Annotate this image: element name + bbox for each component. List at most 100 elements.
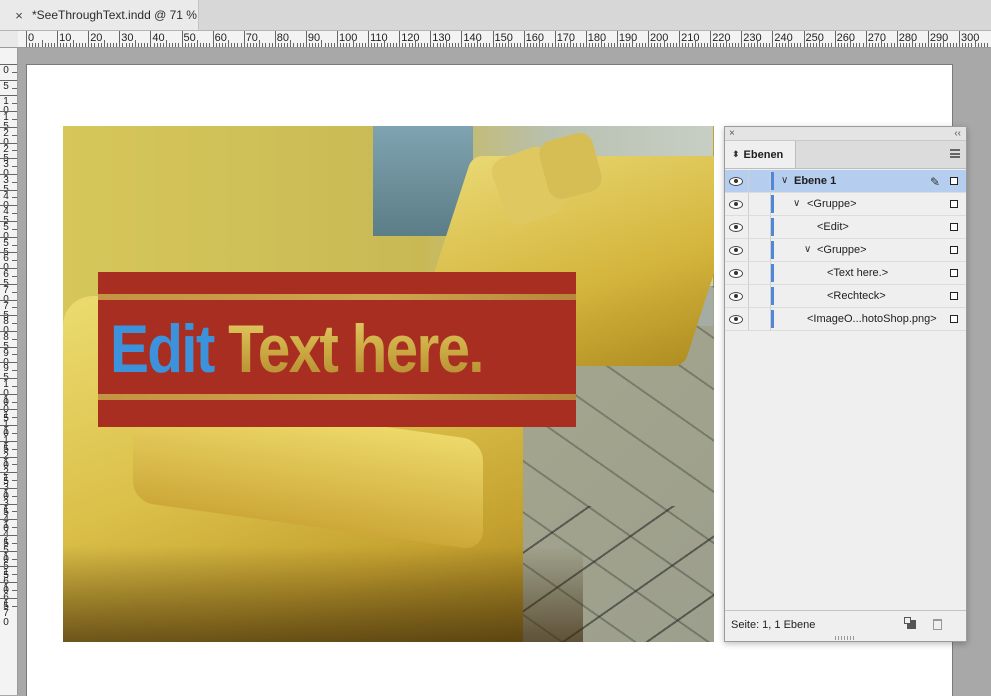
edit-word[interactable]: Edit <box>110 311 215 387</box>
ruler-major-tick <box>585 31 587 47</box>
layer-label: <Text here.> <box>827 267 889 279</box>
layer-row-gruppe[interactable]: ∨ <Gruppe> <box>725 193 966 216</box>
lock-toggle[interactable] <box>748 193 771 215</box>
panel-collapse-icon[interactable]: ‹‹ <box>954 127 961 140</box>
ruler-minor-tick <box>249 43 251 47</box>
ruler-minor-tick <box>318 43 320 47</box>
lock-toggle[interactable] <box>748 262 771 284</box>
ruler-minor-tick <box>122 43 124 47</box>
ruler-minor-tick <box>501 43 503 47</box>
ruler-minor-tick <box>791 43 793 47</box>
ruler-minor-tick <box>424 43 426 47</box>
panel-menu-icon[interactable] <box>950 149 960 158</box>
visibility-toggle[interactable] <box>725 308 747 330</box>
ruler-minor-tick <box>12 385 17 387</box>
document-tab-bar: × *SeeThroughText.indd @ 71 % <box>0 0 991 31</box>
see-through-text[interactable]: Edit Text here. <box>110 311 485 387</box>
ruler-major-tick <box>305 31 307 47</box>
layer-row-rechteck[interactable]: <Rechteck> <box>725 285 966 308</box>
lock-toggle[interactable] <box>748 239 771 261</box>
ruler-minor-tick <box>909 43 911 47</box>
resize-grip[interactable] <box>835 636 855 640</box>
ruler-minor-tick <box>44 43 46 47</box>
visibility-toggle[interactable] <box>725 262 747 284</box>
ruler-minor-tick <box>511 43 513 47</box>
ruler-major-tick <box>679 31 681 47</box>
document-tab[interactable]: × *SeeThroughText.indd @ 71 % <box>0 0 199 30</box>
selection-indicator[interactable] <box>950 315 958 323</box>
selection-indicator[interactable] <box>950 269 958 277</box>
ruler-minor-tick <box>355 43 357 47</box>
ruler-minor-tick <box>380 43 382 47</box>
ruler-label: 230 <box>743 32 762 44</box>
photo-shadow <box>63 546 583 642</box>
tab-ebenen[interactable]: ⬍ Ebenen <box>725 141 796 168</box>
selection-indicator[interactable] <box>950 177 958 185</box>
expand-chevron-icon[interactable]: ∨ <box>793 193 800 215</box>
lock-toggle[interactable] <box>748 308 771 330</box>
ruler-label: 200 <box>650 32 669 44</box>
layer-row-image[interactable]: <ImageO...hotoShop.png> <box>725 308 966 331</box>
visibility-toggle[interactable] <box>725 170 747 192</box>
new-layer-icon[interactable] <box>904 617 916 629</box>
ruler-minor-tick <box>12 260 17 262</box>
ruler-minor-tick <box>455 43 457 47</box>
trash-icon[interactable] <box>933 619 942 630</box>
ruler-major-tick <box>959 31 960 47</box>
panel-titlebar[interactable]: × ‹‹ <box>725 127 966 141</box>
ruler-minor-tick <box>483 43 485 47</box>
ruler-minor-tick <box>277 43 279 47</box>
ruler-minor-tick <box>560 43 562 47</box>
visibility-toggle[interactable] <box>725 285 747 307</box>
visibility-toggle[interactable] <box>725 216 747 238</box>
vertical-ruler[interactable]: 051 01 52 02 53 03 54 04 55 05 56 06 57 … <box>0 48 18 695</box>
visibility-toggle[interactable] <box>725 239 747 261</box>
layer-label: <Edit> <box>817 221 849 233</box>
layer-row-ebene-1[interactable]: ∨ Ebene 1 ✎ <box>725 170 966 193</box>
selection-indicator[interactable] <box>950 223 958 231</box>
red-rectangle[interactable]: Edit Text here. <box>98 272 576 427</box>
ruler-minor-tick <box>722 43 724 47</box>
ruler-minor-tick <box>97 43 99 47</box>
ruler-minor-tick <box>12 432 17 434</box>
ruler-minor-tick <box>986 43 988 47</box>
ruler-origin[interactable] <box>0 31 19 48</box>
ruler-minor-tick <box>433 43 435 47</box>
ruler-minor-tick <box>47 43 49 47</box>
layer-row-gruppe[interactable]: ∨ <Gruppe> <box>725 239 966 262</box>
ruler-minor-tick <box>386 43 388 47</box>
ruler-minor-tick <box>666 43 668 47</box>
expand-chevron-icon[interactable]: ∨ <box>804 239 811 261</box>
ruler-minor-tick <box>731 43 733 47</box>
panel-close-icon[interactable]: × <box>729 127 735 140</box>
close-tab-icon[interactable]: × <box>12 8 26 23</box>
lock-toggle[interactable] <box>748 285 771 307</box>
ruler-minor-tick <box>691 43 693 47</box>
ruler-minor-tick <box>862 43 864 47</box>
ruler-minor-tick <box>890 43 892 47</box>
text-here-word[interactable]: Text here. <box>214 311 484 387</box>
ruler-minor-tick <box>567 43 569 47</box>
ruler-major-tick <box>181 31 183 47</box>
ruler-minor-tick <box>128 43 130 47</box>
selection-indicator[interactable] <box>950 246 958 254</box>
ruler-major-tick <box>896 31 898 47</box>
visibility-toggle[interactable] <box>725 193 747 215</box>
selection-indicator[interactable] <box>950 292 958 300</box>
layer-label: <Gruppe> <box>817 244 867 256</box>
ruler-minor-tick <box>623 43 625 47</box>
lock-toggle[interactable] <box>748 216 771 238</box>
layer-row-text-here[interactable]: <Text here.> <box>725 262 966 285</box>
ruler-minor-tick <box>697 43 699 47</box>
layer-row-edit[interactable]: <Edit> <box>725 216 966 239</box>
lock-toggle[interactable] <box>748 170 771 192</box>
selection-indicator[interactable] <box>950 200 958 208</box>
layer-color-bar <box>771 218 774 236</box>
horizontal-ruler[interactable]: 0 10 20 30 40 50 60 70 80 90 100 110 120 130 140 150 160… <box>18 31 991 48</box>
expand-chevron-icon[interactable]: ∨ <box>781 170 788 192</box>
ruler-minor-tick <box>632 40 634 47</box>
ruler-minor-tick <box>29 43 31 47</box>
ruler-minor-tick <box>445 40 447 47</box>
ruler-minor-tick <box>256 43 258 47</box>
ruler-minor-tick <box>921 43 923 47</box>
